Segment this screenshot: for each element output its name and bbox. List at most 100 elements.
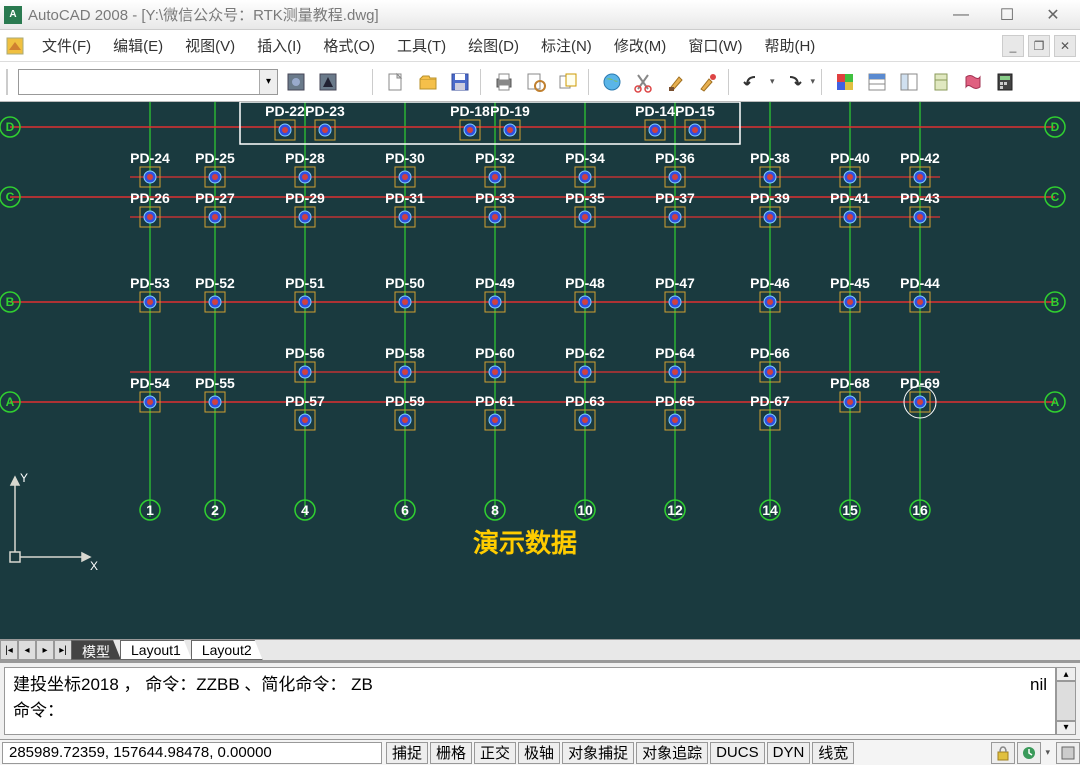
svg-text:PD-62: PD-62 <box>565 345 605 361</box>
toggle-osnap[interactable]: 对象捕捉 <box>562 742 634 764</box>
svg-text:PD-42: PD-42 <box>900 150 940 166</box>
layer-combo[interactable]: ▾ <box>18 69 278 95</box>
svg-text:PD-14: PD-14 <box>635 103 675 119</box>
svg-text:1: 1 <box>146 502 154 518</box>
print-icon[interactable] <box>490 68 518 96</box>
palette-icon[interactable] <box>831 68 859 96</box>
tab-model[interactable]: 模型 <box>71 640 121 660</box>
ucs-y-label: Y <box>20 471 28 485</box>
drawing-canvas[interactable]: DDCCBBAA PD-22PD-23PD-18PD-19PD-14PD-15P… <box>0 102 1080 639</box>
minimize-button[interactable]: — <box>938 1 984 29</box>
sheet-set-icon[interactable] <box>959 68 987 96</box>
coordinate-readout[interactable]: 285989.72359, 157644.98478, 0.00000 <box>2 742 382 764</box>
calculator-icon[interactable] <box>991 68 1019 96</box>
mdi-minimize-button[interactable]: _ <box>1002 35 1024 57</box>
svg-text:PD-60: PD-60 <box>475 345 515 361</box>
tab-layout1[interactable]: Layout1 <box>120 640 192 660</box>
toggle-grid[interactable]: 栅格 <box>430 742 472 764</box>
cmd-line-1: 建投坐标2018 ， 命令：ZZBB 、简化命令： ZB <box>13 672 373 698</box>
new-file-icon[interactable] <box>382 68 410 96</box>
menu-dimension[interactable]: 标注(N) <box>531 31 602 60</box>
svg-text:12: 12 <box>667 502 683 518</box>
open-file-icon[interactable] <box>414 68 442 96</box>
scroll-up-icon[interactable]: ▴ <box>1056 667 1076 681</box>
svg-text:C: C <box>1051 190 1060 204</box>
menu-help[interactable]: 帮助(H) <box>754 31 825 60</box>
svg-text:PD-59: PD-59 <box>385 393 425 409</box>
tab-layout2[interactable]: Layout2 <box>191 640 263 660</box>
scroll-track[interactable] <box>1056 681 1076 720</box>
toggle-ortho[interactable]: 正交 <box>474 742 516 764</box>
toggle-lwt[interactable]: 线宽 <box>812 742 854 764</box>
clean-screen-icon[interactable] <box>1056 742 1080 764</box>
properties-icon[interactable] <box>863 68 891 96</box>
svg-text:PD-63: PD-63 <box>565 393 605 409</box>
svg-text:PD-35: PD-35 <box>565 190 605 206</box>
menu-insert[interactable]: 插入(I) <box>247 31 311 60</box>
svg-text:PD-40: PD-40 <box>830 150 870 166</box>
svg-text:PD-64: PD-64 <box>655 345 695 361</box>
maximize-button[interactable]: ☐ <box>984 1 1030 29</box>
toggle-ducs[interactable]: DUCS <box>710 742 765 764</box>
statusbar: 285989.72359, 157644.98478, 0.00000 捕捉 栅… <box>0 739 1080 765</box>
lock-icon[interactable] <box>991 742 1015 764</box>
mdi-restore-button[interactable]: ❐ <box>1028 35 1050 57</box>
svg-text:4: 4 <box>301 502 309 518</box>
save-icon[interactable] <box>446 68 474 96</box>
svg-text:D: D <box>6 120 15 134</box>
app-menu-icon[interactable] <box>4 35 26 57</box>
svg-text:PD-37: PD-37 <box>655 190 695 206</box>
redo-drop-icon[interactable]: ▾ <box>811 76 816 87</box>
svg-text:PD-67: PD-67 <box>750 393 790 409</box>
menu-format[interactable]: 格式(O) <box>313 31 385 60</box>
command-text[interactable]: 建投坐标2018 ， 命令：ZZBB 、简化命令： ZBnil 命令： <box>4 667 1056 735</box>
toggle-snap[interactable]: 捕捉 <box>386 742 428 764</box>
tool-palette-icon[interactable] <box>927 68 955 96</box>
tab-nav-first[interactable]: |◂ <box>0 640 18 660</box>
print-preview-icon[interactable] <box>522 68 550 96</box>
tab-nav-next[interactable]: ▸ <box>36 640 54 660</box>
match-prop-icon[interactable] <box>694 68 722 96</box>
scroll-down-icon[interactable]: ▾ <box>1056 721 1076 735</box>
chevron-down-icon[interactable]: ▾ <box>259 70 277 94</box>
toggle-dyn[interactable]: DYN <box>767 742 811 764</box>
design-center-icon[interactable] <box>895 68 923 96</box>
brush-icon[interactable] <box>662 68 690 96</box>
tool-icon-1[interactable] <box>282 68 310 96</box>
svg-text:6: 6 <box>401 502 409 518</box>
redo-icon[interactable] <box>779 68 807 96</box>
mdi-close-button[interactable]: ✕ <box>1054 35 1076 57</box>
layout-tabbar: |◂ ◂ ▸ ▸| 模型 Layout1 Layout2 <box>0 639 1080 661</box>
svg-text:14: 14 <box>762 502 778 518</box>
tool-icon-2[interactable] <box>314 68 342 96</box>
menu-tools[interactable]: 工具(T) <box>387 31 456 60</box>
menu-edit[interactable]: 编辑(E) <box>103 31 173 60</box>
svg-text:PD-28: PD-28 <box>285 150 325 166</box>
svg-text:A: A <box>1051 395 1060 409</box>
tab-nav-last[interactable]: ▸| <box>54 640 72 660</box>
menu-window[interactable]: 窗口(W) <box>678 31 752 60</box>
toggle-polar[interactable]: 极轴 <box>518 742 560 764</box>
cut-icon[interactable] <box>630 68 658 96</box>
toggle-otrack[interactable]: 对象追踪 <box>636 742 708 764</box>
menu-file[interactable]: 文件(F) <box>32 31 101 60</box>
menu-view[interactable]: 视图(V) <box>175 31 245 60</box>
command-window: 建投坐标2018 ， 命令：ZZBB 、简化命令： ZBnil 命令： ▴ ▾ <box>0 661 1080 739</box>
svg-text:PD-19: PD-19 <box>490 103 530 119</box>
svg-text:PD-53: PD-53 <box>130 275 170 291</box>
publish-icon[interactable] <box>554 68 582 96</box>
tab-nav-prev[interactable]: ◂ <box>18 640 36 660</box>
globe-icon[interactable] <box>598 68 626 96</box>
menu-draw[interactable]: 绘图(D) <box>458 31 529 60</box>
undo-drop-icon[interactable]: ▾ <box>770 76 775 87</box>
close-button[interactable]: ✕ <box>1030 1 1076 29</box>
svg-text:PD-15: PD-15 <box>675 103 715 119</box>
undo-icon[interactable] <box>738 68 766 96</box>
tray-drop-icon[interactable]: ▾ <box>1045 747 1050 758</box>
svg-text:PD-58: PD-58 <box>385 345 425 361</box>
status-tray-icon[interactable] <box>1017 742 1041 764</box>
menu-modify[interactable]: 修改(M) <box>604 31 677 60</box>
app-logo-icon: A <box>4 6 22 24</box>
svg-text:C: C <box>6 190 15 204</box>
svg-text:PD-45: PD-45 <box>830 275 870 291</box>
